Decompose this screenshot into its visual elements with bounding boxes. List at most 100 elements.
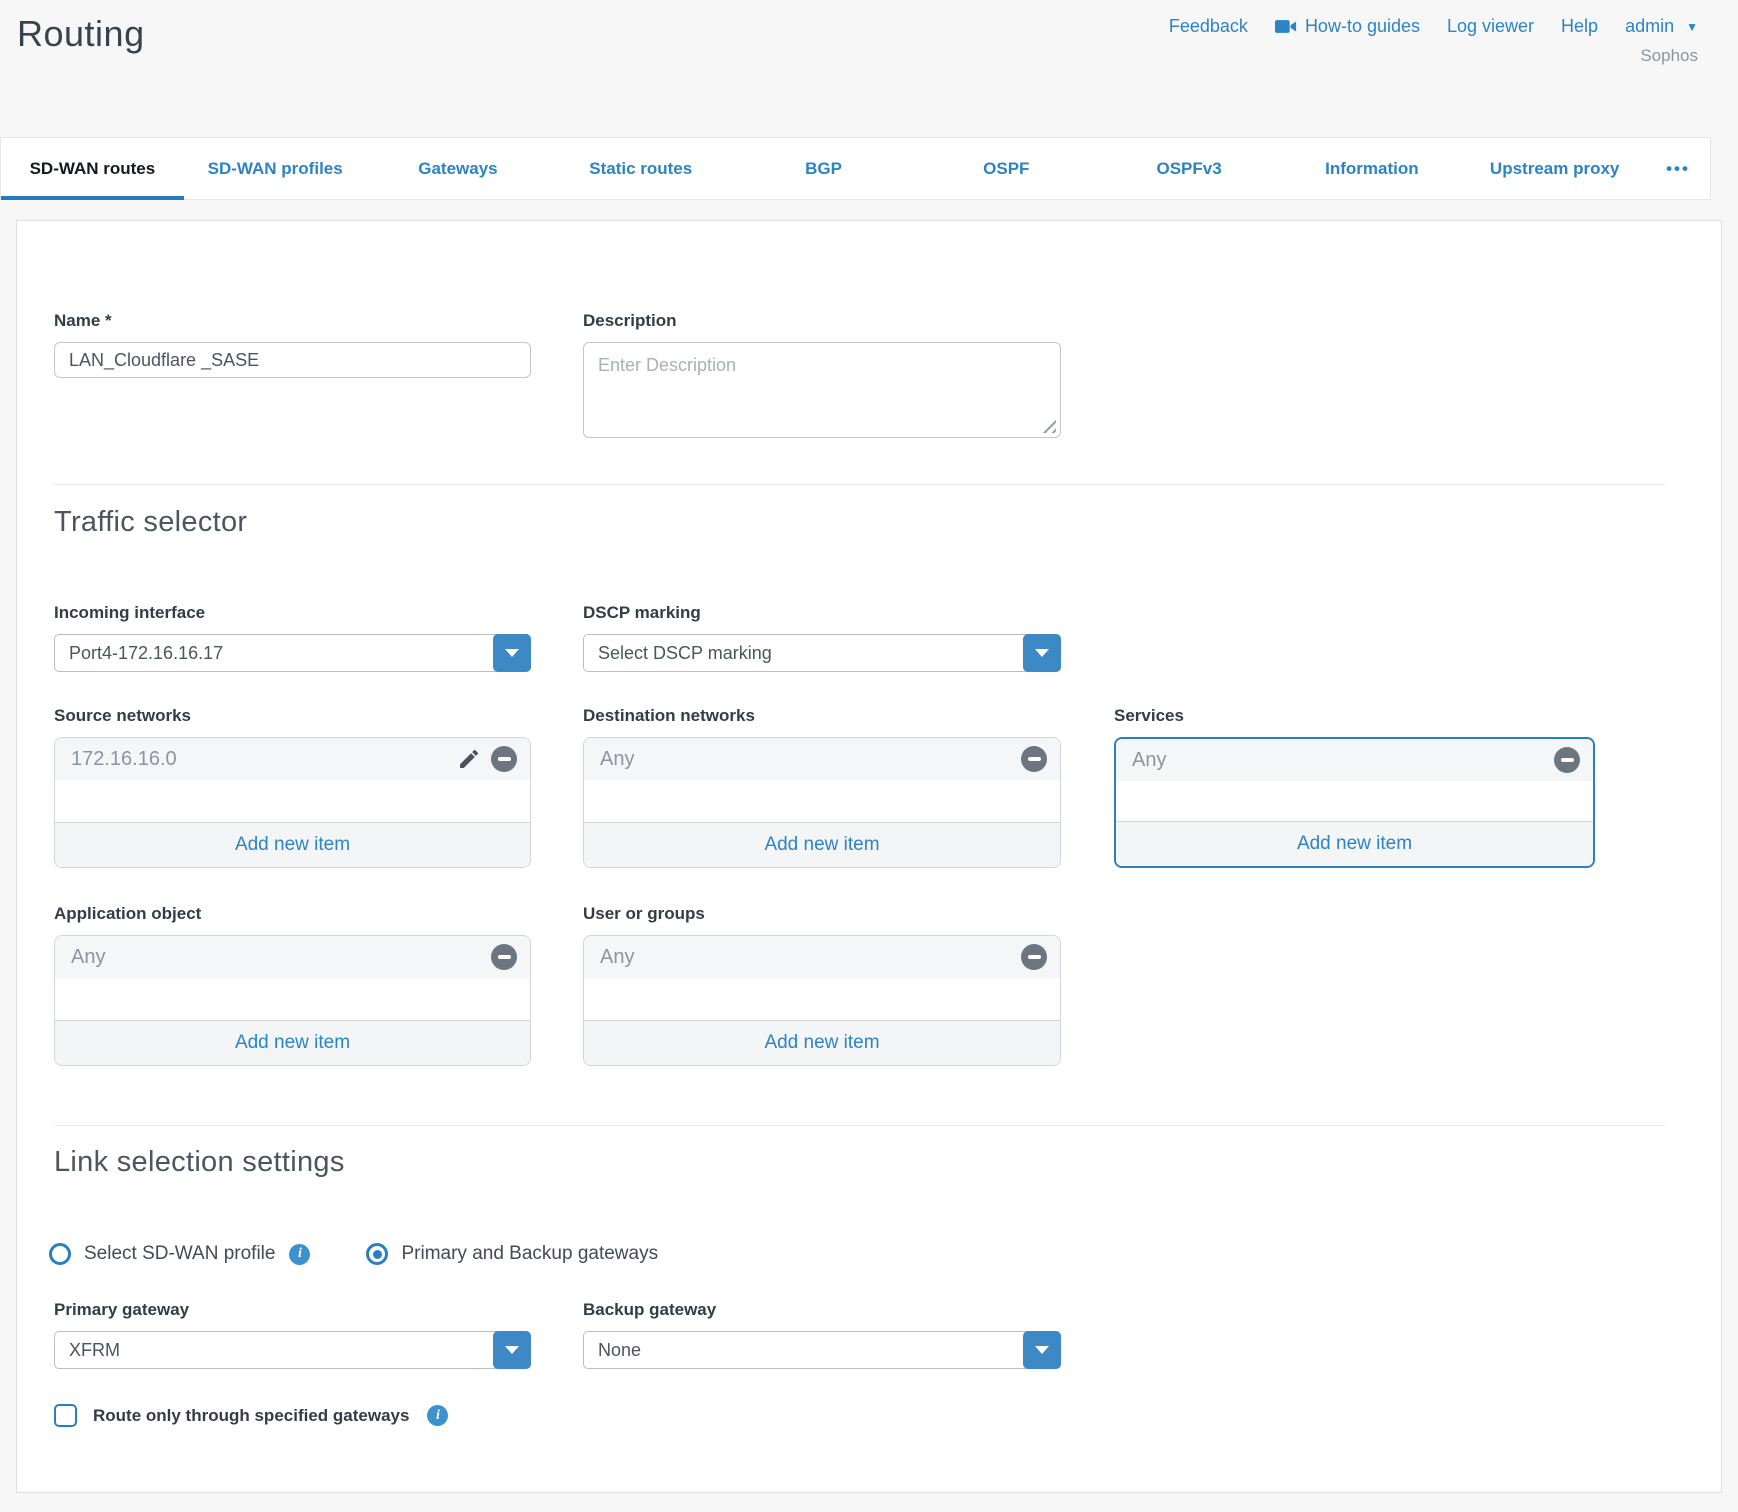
list-body xyxy=(1116,781,1593,821)
user-or-groups-listbox: Any Add new item xyxy=(583,935,1061,1066)
services-listbox: Any Add new item xyxy=(1114,737,1595,868)
admin-menu-label: admin xyxy=(1625,16,1674,37)
tab-ospf[interactable]: OSPF xyxy=(915,138,1098,199)
radio-icon-selected xyxy=(366,1243,388,1265)
backup-gateway-select[interactable]: None xyxy=(583,1331,1061,1369)
remove-item-icon[interactable] xyxy=(1021,746,1047,772)
tab-upstream-proxy[interactable]: Upstream proxy xyxy=(1463,138,1646,199)
route-only-label: Route only through specified gateways xyxy=(93,1406,409,1426)
user-or-groups-label: User or groups xyxy=(583,904,1061,924)
services-label: Services xyxy=(1114,706,1595,726)
services-group: Services Any Add new item xyxy=(1114,706,1595,868)
dscp-marking-group: DSCP marking Select DSCP marking xyxy=(583,603,1061,672)
remove-item-icon[interactable] xyxy=(491,944,517,970)
howto-guides-label: How-to guides xyxy=(1305,16,1420,37)
link-selection-heading: Link selection settings xyxy=(54,1146,345,1179)
dropdown-arrow-button[interactable] xyxy=(493,1331,531,1369)
traffic-selector-heading: Traffic selector xyxy=(54,506,247,539)
primary-gateway-group: Primary gateway XFRM xyxy=(54,1300,531,1369)
tab-gateways[interactable]: Gateways xyxy=(367,138,550,199)
feedback-link[interactable]: Feedback xyxy=(1169,16,1248,37)
app-header: Routing Feedback How-to guides Log viewe… xyxy=(0,0,1738,137)
add-new-item-button[interactable]: Add new item xyxy=(55,1020,530,1065)
info-icon[interactable]: i xyxy=(427,1405,448,1426)
chevron-down-icon xyxy=(505,649,519,657)
radio-label: Select SD-WAN profile xyxy=(84,1243,275,1265)
add-new-item-button[interactable]: Add new item xyxy=(584,822,1060,867)
remove-item-icon[interactable] xyxy=(1021,944,1047,970)
add-new-item-button[interactable]: Add new item xyxy=(584,1020,1060,1065)
brand-text: Sophos xyxy=(1640,46,1698,66)
list-item-text: Any xyxy=(71,946,105,969)
admin-menu[interactable]: admin ▼ xyxy=(1625,16,1698,37)
dropdown-arrow-button[interactable] xyxy=(1023,1331,1061,1369)
edit-pencil-icon[interactable] xyxy=(457,747,481,771)
info-icon[interactable]: i xyxy=(289,1244,310,1265)
application-object-label: Application object xyxy=(54,904,531,924)
primary-gateway-label: Primary gateway xyxy=(54,1300,531,1320)
source-networks-label: Source networks xyxy=(54,706,531,726)
tab-ospfv3[interactable]: OSPFv3 xyxy=(1098,138,1281,199)
description-textarea[interactable] xyxy=(583,342,1061,438)
chevron-down-icon: ▼ xyxy=(1686,20,1698,34)
page-title: Routing xyxy=(17,13,145,55)
log-viewer-link[interactable]: Log viewer xyxy=(1447,16,1534,37)
incoming-interface-label: Incoming interface xyxy=(54,603,531,623)
tab-bgp[interactable]: BGP xyxy=(732,138,915,199)
help-link[interactable]: Help xyxy=(1561,16,1598,37)
remove-item-icon[interactable] xyxy=(1554,747,1580,773)
name-field-group: Name * xyxy=(54,311,531,378)
destination-networks-label: Destination networks xyxy=(583,706,1061,726)
help-label: Help xyxy=(1561,16,1598,37)
tab-static-routes[interactable]: Static routes xyxy=(549,138,732,199)
radio-primary-backup-gateways[interactable]: Primary and Backup gateways xyxy=(366,1243,658,1265)
list-item-text: Any xyxy=(600,946,634,969)
name-input[interactable] xyxy=(54,342,531,378)
application-object-listbox: Any Add new item xyxy=(54,935,531,1066)
list-body xyxy=(584,780,1060,822)
backup-gateway-label: Backup gateway xyxy=(583,1300,1061,1320)
list-item-text: Any xyxy=(1132,749,1166,772)
list-item: 172.16.16.0 xyxy=(55,738,530,780)
incoming-interface-select[interactable]: Port4-172.16.16.17 xyxy=(54,634,531,672)
description-label: Description xyxy=(583,311,1061,331)
incoming-interface-group: Incoming interface Port4-172.16.16.17 xyxy=(54,603,531,672)
route-only-row: Route only through specified gateways i xyxy=(54,1404,448,1427)
divider xyxy=(54,1125,1665,1126)
radio-select-sdwan-profile[interactable]: Select SD-WAN profile xyxy=(49,1243,275,1265)
backup-gateway-group: Backup gateway None xyxy=(583,1300,1061,1369)
remove-item-icon[interactable] xyxy=(491,746,517,772)
header-links: Feedback How-to guides Log viewer Help a… xyxy=(1169,16,1698,37)
primary-gateway-value: XFRM xyxy=(69,1340,120,1361)
tab-information[interactable]: Information xyxy=(1280,138,1463,199)
route-only-checkbox[interactable] xyxy=(54,1404,77,1427)
videocam-icon xyxy=(1275,19,1297,34)
dscp-marking-label: DSCP marking xyxy=(583,603,1061,623)
list-item: Any xyxy=(55,936,530,978)
dropdown-arrow-button[interactable] xyxy=(493,634,531,672)
tab-sdwan-routes[interactable]: SD-WAN routes xyxy=(1,138,184,199)
chevron-down-icon xyxy=(505,1346,519,1354)
name-label: Name * xyxy=(54,311,531,331)
radio-icon xyxy=(49,1243,71,1265)
feedback-link-label: Feedback xyxy=(1169,16,1248,37)
user-or-groups-group: User or groups Any Add new item xyxy=(583,904,1061,1066)
radio-label: Primary and Backup gateways xyxy=(401,1243,658,1265)
list-item: Any xyxy=(584,738,1060,780)
dscp-marking-select[interactable]: Select DSCP marking xyxy=(583,634,1061,672)
primary-gateway-select[interactable]: XFRM xyxy=(54,1331,531,1369)
add-new-item-button[interactable]: Add new item xyxy=(55,822,530,867)
tab-sdwan-profiles[interactable]: SD-WAN profiles xyxy=(184,138,367,199)
list-item: Any xyxy=(584,936,1060,978)
chevron-down-icon xyxy=(1035,649,1049,657)
description-field-group: Description xyxy=(583,311,1061,443)
dscp-marking-value: Select DSCP marking xyxy=(598,643,772,664)
dropdown-arrow-button[interactable] xyxy=(1023,634,1061,672)
add-new-item-button[interactable]: Add new item xyxy=(1116,821,1593,866)
howto-guides-link[interactable]: How-to guides xyxy=(1275,16,1420,37)
list-item-text: 172.16.16.0 xyxy=(71,748,177,771)
more-tabs-button[interactable]: ••• xyxy=(1646,138,1710,199)
source-networks-group: Source networks 172.16.16.0 Add new item xyxy=(54,706,531,868)
tab-bar: SD-WAN routes SD-WAN profiles Gateways S… xyxy=(0,137,1711,200)
list-item-text: Any xyxy=(600,748,634,771)
